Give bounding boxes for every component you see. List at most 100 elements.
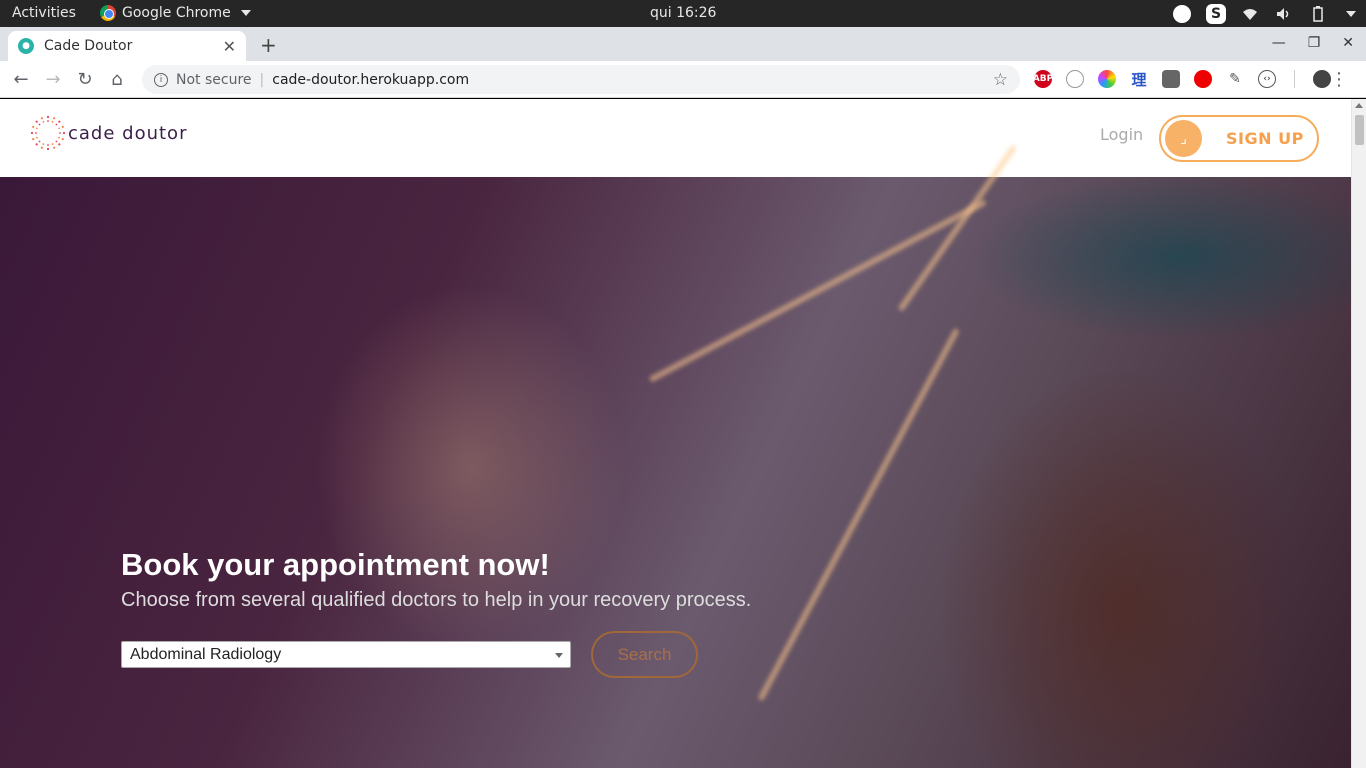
logo-dot [51,121,54,123]
logo-dot [42,143,45,145]
logo-dot [58,136,60,139]
system-menu-caret-icon[interactable] [1346,10,1356,17]
separator: | [259,71,265,88]
app-menu[interactable]: Google Chrome [100,5,251,21]
tab-cade-doutor[interactable]: ● Cade Doutor ✕ [8,31,246,61]
clock[interactable]: qui 16:26 [650,5,716,21]
code-extension-icon[interactable]: ‹› [1258,70,1276,88]
logo-dot [58,127,60,130]
window-controls: — ❐ ✕ [1272,35,1354,51]
tab-title: Cade Doutor [44,38,133,54]
chrome-menu-icon[interactable]: ⋮ [1330,69,1348,90]
logo-dot [40,146,43,149]
tool-extension-icon[interactable]: ✎ [1226,70,1244,88]
specialty-select[interactable]: Abdominal Radiology [121,641,571,668]
activities-button[interactable]: Activities [12,5,76,21]
logo-dot [47,120,49,122]
logo-dot [61,125,64,128]
chrome-icon [100,5,116,21]
bookmark-star-icon[interactable]: ☆ [993,70,1008,90]
site-header: cade doutor Login ⌟ SIGN UP [0,99,1351,177]
logo-dot [38,140,41,143]
hero-title: Book your appointment now! [121,547,550,582]
extensions-bar: ABP 理 ✎ ‹› [1033,70,1331,89]
hero-banner: Book your appointment now! Choose from s… [0,144,1351,768]
light-string [648,198,987,383]
logo[interactable]: cade doutor [30,115,187,151]
logo-dot [47,144,49,146]
logo-dot [55,140,58,143]
new-tab-icon[interactable]: + [260,33,277,57]
scrollbar-thumb[interactable] [1355,115,1364,145]
browser-toolbar: ← → ↻ ⌂ i Not secure | cade-doutor.herok… [0,61,1366,98]
logo-dot [35,120,38,123]
nav-buttons: ← → ↻ ⌂ [12,69,126,90]
skype-icon[interactable]: S [1206,3,1226,24]
home-icon[interactable]: ⌂ [108,69,126,90]
system-tray: S [1172,3,1356,24]
os-top-bar: Activities Google Chrome qui 16:26 S [0,0,1366,27]
logo-dot [58,143,61,146]
wifi-icon[interactable] [1240,4,1260,24]
caret-down-icon [240,10,251,16]
dropdown-arrow-icon [555,653,563,658]
page-scrollbar[interactable] [1351,99,1366,768]
hero-subtitle: Choose from several qualified doctors to… [121,589,752,611]
logo-dot [35,132,37,134]
logo-dot [55,123,58,126]
logo-dot [35,143,38,146]
specialty-selected-value: Abdominal Radiology [130,645,282,663]
forward-icon[interactable]: → [44,69,62,90]
back-icon[interactable]: ← [12,69,30,90]
logo-sunburst-icon [30,115,66,151]
sign-up-button[interactable]: ⌟ SIGN UP [1159,115,1319,162]
logo-dot [51,143,54,145]
logo-dot [30,131,34,135]
red-extension-icon[interactable] [1194,70,1212,88]
volume-icon[interactable] [1274,4,1294,24]
address-bar[interactable]: i Not secure | cade-doutor.herokuapp.com… [142,65,1020,94]
logo-dot [38,123,41,126]
logo-dot [42,121,45,123]
logo-dot [62,131,66,135]
tab-strip: ● Cade Doutor ✕ + — ❐ ✕ [0,27,1366,61]
battery-icon[interactable] [1308,4,1328,24]
steam-icon[interactable] [1172,4,1192,24]
logo-dot [61,138,64,141]
logo-dot [46,115,50,119]
profile-avatar[interactable] [1313,70,1331,88]
reload-icon[interactable]: ↻ [76,69,94,90]
logo-text: cade doutor [68,122,188,144]
search-button[interactable]: Search [591,631,698,678]
grid-extension-icon[interactable] [1162,70,1180,88]
app-menu-label: Google Chrome [122,5,231,21]
logo-dot [46,147,50,151]
light-string [757,327,960,702]
logo-dot [53,117,56,120]
url-text[interactable]: cade-doutor.herokuapp.com [272,72,469,88]
logo-dot [32,138,35,141]
scroll-up-icon[interactable] [1355,103,1363,108]
divider [1294,70,1295,88]
site-favicon-icon: ● [18,38,34,54]
logo-dot [58,120,61,123]
adblock-plus-icon[interactable]: ABP [1033,70,1053,88]
logo-dot [59,132,61,134]
sign-up-label: SIGN UP [1226,129,1304,148]
logo-dot [53,146,56,149]
sign-up-arrow-icon: ⌟ [1165,120,1202,157]
clock-extension-icon[interactable] [1066,70,1084,88]
login-link[interactable]: Login [1100,125,1143,144]
color-picker-icon[interactable] [1098,70,1116,88]
logo-dot [32,125,35,128]
close-window-icon[interactable]: ✕ [1342,35,1354,51]
logo-dot [40,117,43,120]
web-page: cade doutor Login ⌟ SIGN UP Book your ap… [0,99,1351,768]
info-icon[interactable]: i [154,72,168,87]
restore-icon[interactable]: ❐ [1308,35,1321,51]
logo-dot [36,127,38,130]
close-tab-icon[interactable]: ✕ [223,37,236,56]
security-label: Not secure [176,71,252,88]
translate-icon[interactable]: 理 [1130,70,1148,89]
minimize-icon[interactable]: — [1272,35,1286,51]
